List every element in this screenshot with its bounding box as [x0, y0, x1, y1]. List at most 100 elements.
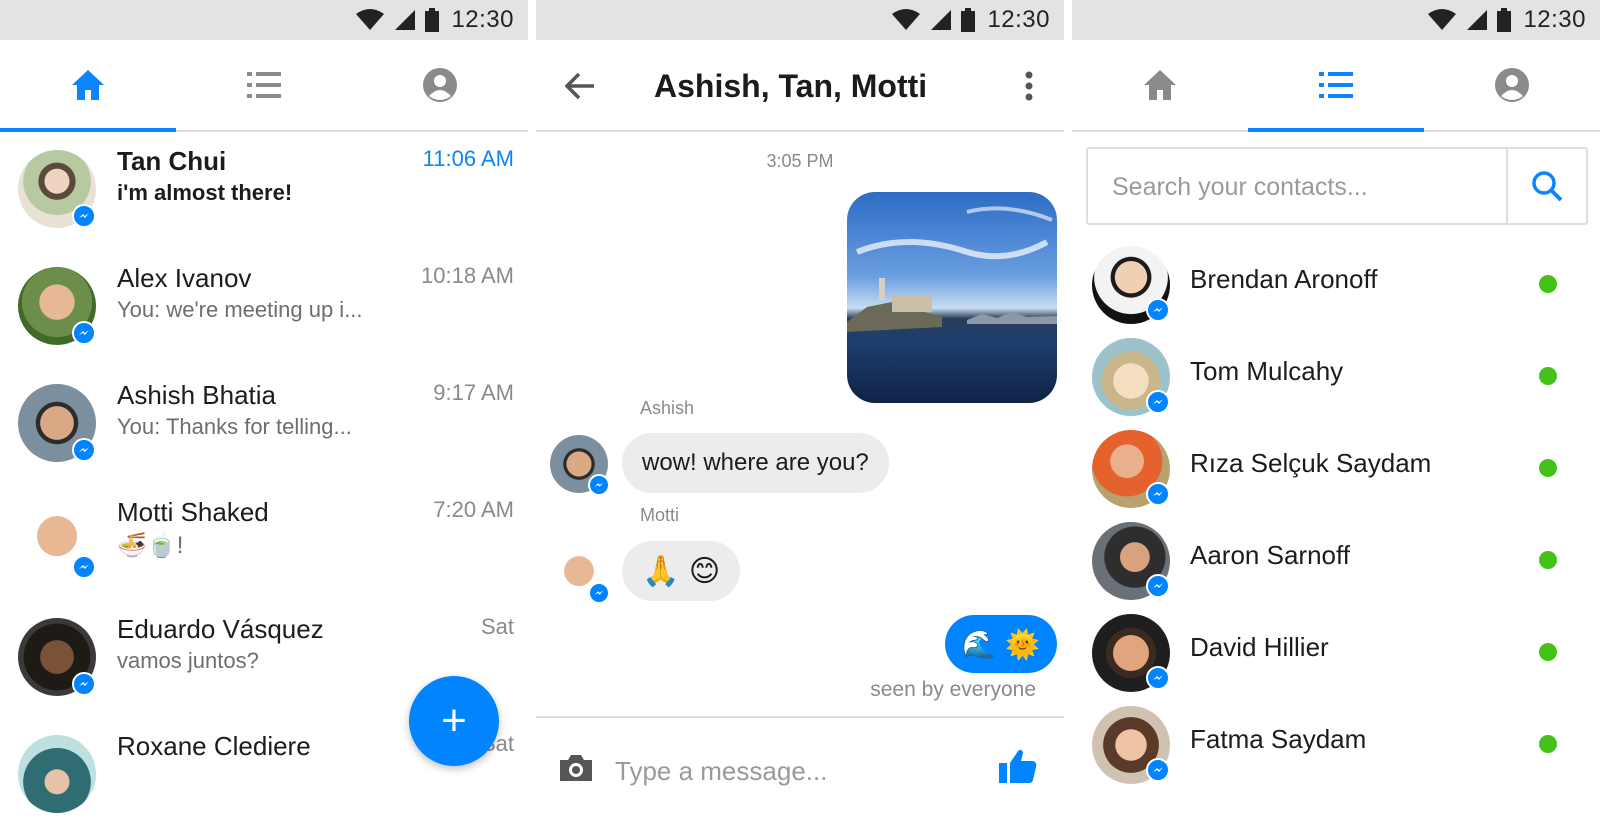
chat-header: Ashish, Tan, Motti	[536, 40, 1064, 132]
contact-name: Motti Shaked	[117, 497, 269, 527]
contact-name: Tom Mulcahy	[1190, 356, 1344, 386]
messenger-badge-icon	[1146, 390, 1170, 414]
tab-home[interactable]	[1072, 40, 1248, 130]
chat-screen: 12:30 Ashish, Tan, Motti 3:05 PM Ashish …	[536, 0, 1064, 819]
sender-name: Ashish	[640, 398, 695, 418]
messenger-badge-icon	[1146, 482, 1170, 506]
conversation-item[interactable]: Motti Shaked 🍜🍵! 7:20 AM	[0, 483, 528, 601]
contact-name: Alex Ivanov	[117, 263, 252, 293]
contact-item[interactable]: Tom Mulcahy	[1072, 330, 1600, 422]
screen-divider	[528, 0, 536, 819]
wifi-icon	[356, 9, 385, 30]
conversation-item[interactable]: Ashish Bhatia You: Thanks for telling...…	[0, 366, 528, 484]
sender-name: Motti	[640, 505, 680, 525]
conversation-item[interactable]: Alex Ivanov You: we're meeting up i... 1…	[0, 249, 528, 367]
status-bar: 12:30	[0, 0, 528, 40]
thumbs-up-icon	[999, 749, 1037, 783]
plus-icon: +	[441, 696, 467, 745]
messenger-badge-icon	[1146, 758, 1170, 782]
contact-search: Search your contacts...	[1086, 147, 1588, 225]
signal-icon	[1467, 10, 1488, 30]
online-indicator	[1539, 459, 1557, 477]
status-time: 12:30	[987, 6, 1050, 33]
tab-list[interactable]	[1248, 40, 1424, 132]
active-tab-indicator	[1248, 128, 1424, 132]
messenger-badge-icon	[72, 555, 96, 579]
message-time: 9:17 AM	[433, 380, 514, 405]
message-time: 11:06 AM	[422, 146, 514, 171]
status-bar: 12:30	[1072, 0, 1600, 40]
status-time: 12:30	[1523, 6, 1586, 33]
screen-divider	[1064, 0, 1072, 819]
status-time: 12:30	[451, 6, 514, 33]
contact-item[interactable]: Fatma Saydam	[1072, 698, 1600, 790]
online-indicator	[1539, 735, 1557, 753]
online-indicator	[1539, 367, 1557, 385]
message-preview: You: we're meeting up i...	[117, 297, 363, 322]
message-input[interactable]: Type a message...	[615, 756, 827, 787]
chat-title: Ashish, Tan, Motti	[654, 68, 928, 104]
search-button[interactable]	[1508, 149, 1586, 223]
signal-icon	[395, 10, 416, 30]
contact-name: Brendan Aronoff	[1190, 264, 1378, 294]
wifi-icon	[1428, 9, 1457, 30]
photo-scene	[847, 206, 1057, 332]
status-bar: 12:30	[536, 0, 1064, 40]
profile-icon	[423, 68, 457, 102]
messenger-badge-icon	[1146, 298, 1170, 322]
profile-icon	[1495, 68, 1529, 102]
messenger-badge-icon	[588, 474, 610, 496]
contact-item[interactable]: David Hillier	[1072, 606, 1600, 698]
search-icon	[1532, 171, 1563, 202]
more-options-button[interactable]	[1014, 66, 1044, 106]
message-preview: 🍜🍵!	[117, 532, 184, 559]
conversation-item[interactable]: Tan Chui i'm almost there! 11:06 AM	[0, 132, 528, 250]
messenger-badge-icon	[72, 204, 96, 228]
more-vertical-icon	[1025, 71, 1033, 101]
messenger-badge-icon	[72, 321, 96, 345]
list-icon	[1319, 72, 1353, 98]
message-bubble[interactable]: wow! where are you?	[622, 433, 889, 493]
contact-name: Ashish Bhatia	[117, 380, 276, 410]
battery-icon	[425, 8, 440, 32]
contact-name: Rıza Selçuk Saydam	[1190, 448, 1432, 478]
like-button[interactable]	[996, 744, 1040, 788]
contact-name: Aaron Sarnoff	[1190, 540, 1350, 570]
tab-home[interactable]	[0, 40, 176, 132]
contact-name: Eduardo Vásquez	[117, 614, 324, 644]
messenger-badge-icon	[1146, 666, 1170, 690]
contact-item[interactable]: Aaron Sarnoff	[1072, 514, 1600, 606]
shared-photo[interactable]	[847, 192, 1057, 403]
seen-indicator: seen by everyone	[870, 678, 1036, 701]
contact-item[interactable]: Brendan Aronoff	[1072, 238, 1600, 330]
online-indicator	[1539, 275, 1557, 293]
online-indicator	[1539, 643, 1557, 661]
contact-name: Roxane Clediere	[117, 731, 311, 761]
search-input[interactable]: Search your contacts...	[1112, 173, 1368, 202]
message-bubble[interactable]: 🙏 😊	[622, 541, 741, 601]
inbox-screen: 12:30 Tan Chui i'm almost there! 11:06 A…	[0, 0, 528, 819]
wifi-icon	[892, 9, 921, 30]
message-preview: You: Thanks for telling...	[117, 414, 352, 439]
battery-icon	[961, 8, 976, 32]
contact-item[interactable]: Rıza Selçuk Saydam	[1072, 422, 1600, 514]
message-time: 10:18 AM	[421, 263, 514, 288]
signal-icon	[931, 10, 952, 30]
messenger-badge-icon	[72, 672, 96, 696]
tab-list[interactable]	[176, 40, 352, 130]
new-message-button[interactable]: +	[409, 676, 499, 766]
tab-profile[interactable]	[1424, 40, 1600, 130]
message-time: 7:20 AM	[433, 497, 514, 522]
tab-bar	[1072, 40, 1600, 132]
battery-icon	[1497, 8, 1512, 32]
camera-button[interactable]	[556, 748, 596, 788]
tab-profile[interactable]	[352, 40, 528, 130]
message-preview: i'm almost there!	[117, 180, 293, 205]
messenger-badge-icon	[72, 438, 96, 462]
message-time: Sat	[480, 614, 514, 639]
camera-icon	[560, 755, 592, 781]
back-button[interactable]	[560, 66, 600, 106]
avatar	[18, 735, 96, 813]
contacts-screen: 12:30 Search your contacts... Brendan Ar…	[1072, 0, 1600, 819]
my-message-bubble[interactable]: 🌊 🌞	[945, 615, 1057, 673]
